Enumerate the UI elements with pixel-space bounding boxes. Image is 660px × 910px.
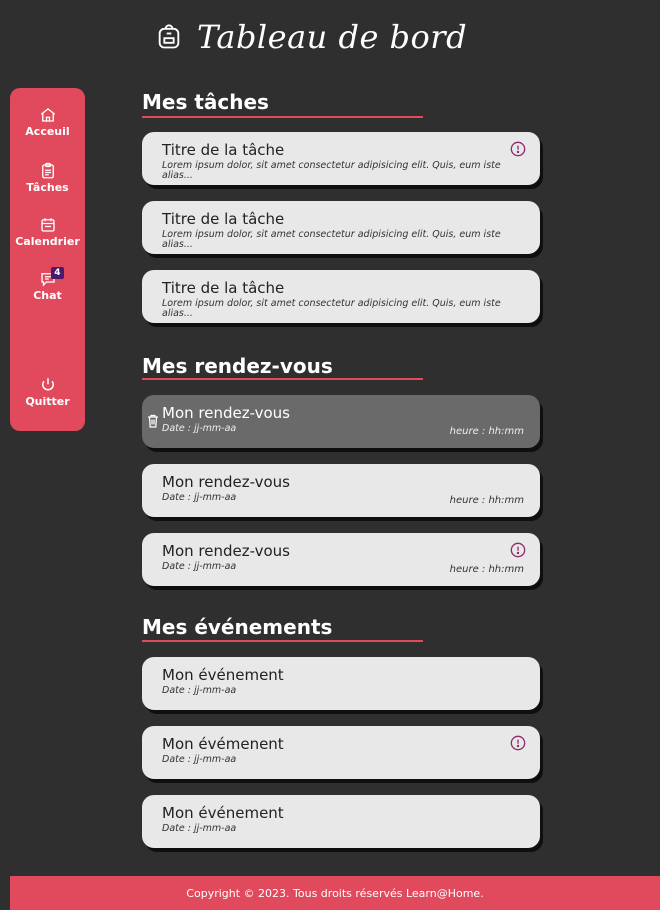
sidebar-item-label: Chat — [33, 289, 62, 302]
page-header: Tableau de bord — [155, 18, 467, 56]
sidebar: Acceuil Tâches Calendrier 4 Chat Quitter — [10, 88, 85, 431]
task-title: Titre de la tâche — [162, 141, 285, 159]
sidebar-item-calendar[interactable]: Calendrier — [10, 216, 85, 248]
appointment-card[interactable]: Mon rendez-vous Date : jj-mm-aa heure : … — [142, 395, 540, 448]
home-icon — [40, 108, 55, 122]
page-title: Tableau de bord — [197, 18, 468, 56]
sidebar-item-quit[interactable]: Quitter — [10, 376, 85, 408]
task-description: Lorem ipsum dolor, sit amet consectetur … — [162, 229, 501, 250]
appointment-card[interactable]: Mon rendez-vous Date : jj-mm-aa heure : … — [142, 464, 540, 517]
appointment-title: Mon rendez-vous — [162, 473, 290, 491]
backpack-icon — [158, 24, 180, 49]
sidebar-item-chat[interactable]: 4 Chat — [10, 267, 85, 302]
appointments-section-title: Mes rendez-vous — [142, 354, 333, 378]
task-card[interactable]: Titre de la tâche Lorem ipsum dolor, sit… — [142, 270, 540, 323]
task-title: Titre de la tâche — [162, 210, 285, 228]
appointment-title: Mon rendez-vous — [162, 542, 290, 560]
calendar-icon — [40, 218, 55, 232]
task-card[interactable]: Titre de la tâche Lorem ipsum dolor, sit… — [142, 201, 540, 254]
alert-icon — [510, 735, 526, 751]
appointment-time: heure : hh:mm — [449, 495, 524, 506]
event-card[interactable]: Mon événement Date : jj-mm-aa — [142, 795, 540, 848]
task-card[interactable]: Titre de la tâche Lorem ipsum dolor, sit… — [142, 132, 540, 185]
sidebar-item-label: Acceuil — [25, 125, 70, 138]
event-date: Date : jj-mm-aa — [162, 685, 237, 696]
event-card[interactable]: Mon évémenent Date : jj-mm-aa — [142, 726, 540, 779]
chat-badge: 4 — [51, 267, 64, 279]
footer: Copyright © 2023. Tous droits réservés L… — [10, 876, 660, 910]
task-description: Lorem ipsum dolor, sit amet consectetur … — [162, 298, 501, 319]
clipboard-icon — [41, 162, 54, 179]
event-title: Mon événement — [162, 666, 284, 684]
appointment-time: heure : hh:mm — [449, 426, 524, 437]
copyright-text: Copyright © 2023. Tous droits réservés L… — [186, 886, 484, 900]
task-description: Lorem ipsum dolor, sit amet consectetur … — [162, 160, 501, 181]
section-divider — [142, 640, 423, 642]
section-divider — [142, 116, 423, 118]
trash-icon[interactable] — [147, 414, 159, 428]
event-card[interactable]: Mon événement Date : jj-mm-aa — [142, 657, 540, 710]
alert-icon — [510, 542, 526, 558]
sidebar-item-label: Calendrier — [15, 235, 80, 248]
sidebar-item-tasks[interactable]: Tâches — [10, 162, 85, 194]
appointment-title: Mon rendez-vous — [162, 404, 290, 422]
task-title: Titre de la tâche — [162, 279, 285, 297]
sidebar-item-home[interactable]: Acceuil — [10, 106, 85, 138]
event-title: Mon événement — [162, 804, 284, 822]
appointment-time: heure : hh:mm — [449, 564, 524, 575]
tasks-section-title: Mes tâches — [142, 90, 269, 114]
event-date: Date : jj-mm-aa — [162, 823, 237, 834]
alert-icon — [510, 141, 526, 157]
event-date: Date : jj-mm-aa — [162, 754, 237, 765]
power-icon — [41, 378, 54, 391]
sidebar-item-label: Quitter — [25, 395, 70, 408]
events-section-title: Mes événements — [142, 615, 333, 639]
sidebar-item-label: Tâches — [26, 181, 69, 194]
section-divider — [142, 378, 423, 380]
event-title: Mon évémenent — [162, 735, 284, 753]
appointment-card[interactable]: Mon rendez-vous Date : jj-mm-aa heure : … — [142, 533, 540, 586]
